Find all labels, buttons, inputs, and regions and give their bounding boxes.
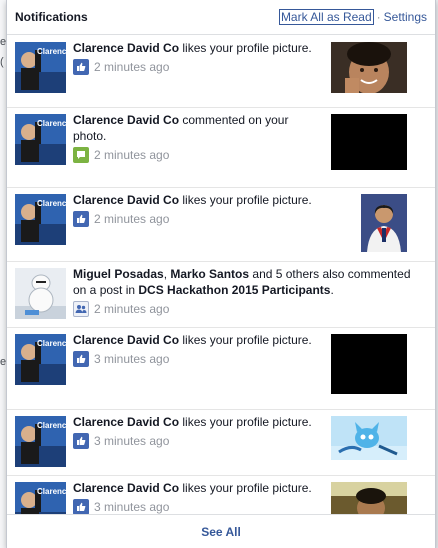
- notifications-list: Clarence Clarence David Co likes your pr…: [7, 36, 435, 548]
- notification-thumbnail[interactable]: [331, 42, 407, 93]
- notifications-dropdown: Notifications Mark All as Read · Setting…: [6, 0, 436, 548]
- svg-text:Clarence: Clarence: [37, 199, 66, 208]
- svg-text:Clarence: Clarence: [37, 421, 66, 430]
- see-all-footer: See All: [7, 514, 435, 548]
- notification-meta: 2 minutes ago: [73, 301, 413, 317]
- notification-text: Clarence David Co likes your profile pic…: [73, 333, 312, 347]
- like-icon: [73, 211, 89, 227]
- settings-link[interactable]: Settings: [384, 10, 427, 24]
- notification-content: Clarence David Co likes your profile pic…: [73, 480, 323, 515]
- notification-content: Clarence David Co commented on your phot…: [73, 112, 323, 163]
- notification-text: Clarence David Co likes your profile pic…: [73, 41, 312, 55]
- avatar: Clarence: [15, 334, 66, 385]
- notification-thumbnail[interactable]: [331, 416, 407, 460]
- mark-all-as-read-link[interactable]: Mark All as Read: [278, 9, 374, 25]
- see-all-link[interactable]: See All: [201, 525, 241, 539]
- notification-content: Clarence David Co likes your profile pic…: [73, 414, 323, 449]
- notification-content: Clarence David Co likes your profile pic…: [73, 40, 323, 75]
- avatar: Clarence: [15, 114, 66, 165]
- notification-item[interactable]: Clarence Clarence David Co likes your pr…: [7, 410, 435, 476]
- notification-time: 3 minutes ago: [94, 434, 170, 448]
- comment-icon: [73, 147, 89, 163]
- notification-meta: 3 minutes ago: [73, 351, 323, 367]
- notification-meta: 2 minutes ago: [73, 59, 323, 75]
- notification-time: 3 minutes ago: [94, 500, 170, 514]
- avatar: [15, 268, 66, 319]
- like-icon: [73, 433, 89, 449]
- notification-text: Clarence David Co commented on your phot…: [73, 113, 289, 143]
- notification-content: Clarence David Co likes your profile pic…: [73, 332, 323, 367]
- notification-meta: 2 minutes ago: [73, 211, 323, 227]
- notification-thumbnail[interactable]: [361, 194, 407, 252]
- notification-thumbnail[interactable]: [331, 334, 407, 394]
- notification-meta: 3 minutes ago: [73, 499, 323, 515]
- notification-text: Clarence David Co likes your profile pic…: [73, 481, 312, 495]
- notification-time: 2 minutes ago: [94, 212, 170, 226]
- like-icon: [73, 59, 89, 75]
- notification-meta: 3 minutes ago: [73, 433, 323, 449]
- group-icon: [73, 301, 89, 317]
- svg-text:Clarence: Clarence: [37, 119, 66, 128]
- notification-item[interactable]: Miguel Posadas, Marko Santos and 5 other…: [7, 262, 435, 328]
- notification-content: Miguel Posadas, Marko Santos and 5 other…: [73, 266, 413, 317]
- notifications-header: Notifications Mark All as Read · Setting…: [7, 0, 435, 35]
- notification-time: 2 minutes ago: [94, 302, 170, 316]
- avatar: Clarence: [15, 416, 66, 467]
- notification-text: Miguel Posadas, Marko Santos and 5 other…: [73, 267, 411, 297]
- avatar: Clarence: [15, 42, 66, 93]
- like-icon: [73, 499, 89, 515]
- svg-text:Clarence: Clarence: [37, 47, 66, 56]
- notification-meta: 2 minutes ago: [73, 147, 323, 163]
- notification-time: 2 minutes ago: [94, 60, 170, 74]
- notification-item[interactable]: Clarence Clarence David Co likes your pr…: [7, 36, 435, 108]
- separator-dot: ·: [376, 10, 381, 24]
- notification-text: Clarence David Co likes your profile pic…: [73, 193, 312, 207]
- svg-text:Clarence: Clarence: [37, 487, 66, 496]
- notification-item[interactable]: Clarence Clarence David Co commented on …: [7, 108, 435, 188]
- notification-item[interactable]: Clarence Clarence David Co likes your pr…: [7, 188, 435, 262]
- notification-thumbnail[interactable]: [331, 114, 407, 170]
- notification-item[interactable]: Clarence Clarence David Co likes your pr…: [7, 328, 435, 410]
- notification-content: Clarence David Co likes your profile pic…: [73, 192, 323, 227]
- notification-text: Clarence David Co likes your profile pic…: [73, 415, 312, 429]
- notifications-title: Notifications: [15, 10, 88, 24]
- notification-time: 3 minutes ago: [94, 352, 170, 366]
- svg-text:Clarence: Clarence: [37, 339, 66, 348]
- avatar: Clarence: [15, 194, 66, 245]
- like-icon: [73, 351, 89, 367]
- header-actions: Mark All as Read · Settings: [278, 9, 427, 25]
- background-text: (: [0, 56, 4, 68]
- notification-time: 2 minutes ago: [94, 148, 170, 162]
